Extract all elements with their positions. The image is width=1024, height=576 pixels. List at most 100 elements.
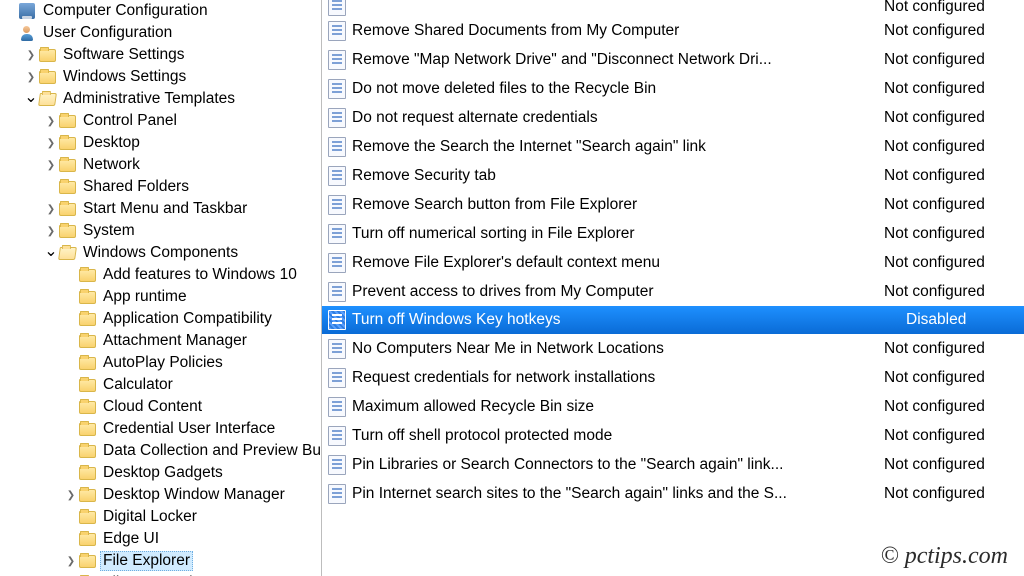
expand-icon[interactable]: ❯ xyxy=(44,224,58,238)
tree-item[interactable]: AutoPlay Policies xyxy=(0,352,321,374)
navigation-tree[interactable]: Computer ConfigurationUser Configuration… xyxy=(0,0,322,576)
tree-item[interactable]: ❯ System xyxy=(0,220,321,242)
tree-item[interactable]: Shared Folders xyxy=(0,176,321,198)
expand-icon[interactable]: ❯ xyxy=(44,202,58,216)
expand-icon[interactable]: ❯ xyxy=(44,158,58,172)
policy-row[interactable]: Turn off numerical sorting in File Explo… xyxy=(322,219,1024,248)
tree-item-label[interactable]: Desktop Window Manager xyxy=(100,485,288,505)
tree-item-label[interactable]: Digital Locker xyxy=(100,507,200,527)
tree-item[interactable]: File Revocation xyxy=(0,572,321,576)
tree-item[interactable]: ❯ Desktop Window Manager xyxy=(0,484,321,506)
policy-state: Not configured xyxy=(884,196,1024,214)
policy-row[interactable]: Do not request alternate credentialsNot … xyxy=(322,103,1024,132)
policy-row[interactable]: Pin Libraries or Search Connectors to th… xyxy=(322,450,1024,479)
tree-item-label[interactable]: Software Settings xyxy=(60,45,187,65)
policy-row[interactable]: Maximum allowed Recycle Bin sizeNot conf… xyxy=(322,392,1024,421)
policy-row[interactable]: Do not move deleted files to the Recycle… xyxy=(322,74,1024,103)
tree-item[interactable]: ⌄ Windows Components xyxy=(0,242,321,264)
tree-item-label[interactable]: Computer Configuration xyxy=(40,1,211,21)
expand-icon[interactable]: ❯ xyxy=(64,554,78,568)
expand-icon[interactable]: ❯ xyxy=(64,488,78,502)
policy-row[interactable]: Turn off shell protocol protected modeNo… xyxy=(322,421,1024,450)
tree-item-label[interactable]: Add features to Windows 10 xyxy=(100,265,300,285)
policy-state: Not configured xyxy=(884,254,1024,272)
policy-row[interactable]: Not configured xyxy=(322,0,1024,16)
tree-item[interactable]: ⌄ Administrative Templates xyxy=(0,88,321,110)
tree-item-label[interactable]: Administrative Templates xyxy=(60,89,238,109)
tree-item[interactable]: ❯ Windows Settings xyxy=(0,66,321,88)
tree-item[interactable]: Computer Configuration xyxy=(0,0,321,22)
tree-item-label[interactable]: Cloud Content xyxy=(100,397,205,417)
tree-item-label[interactable]: Calculator xyxy=(100,375,176,395)
tree-item[interactable]: ❯ Network xyxy=(0,154,321,176)
tree-item-label[interactable]: System xyxy=(80,221,138,241)
tree-item[interactable]: Credential User Interface xyxy=(0,418,321,440)
tree-item-label[interactable]: Credential User Interface xyxy=(100,419,278,439)
policy-icon xyxy=(328,195,346,215)
policy-row[interactable]: Remove "Map Network Drive" and "Disconne… xyxy=(322,45,1024,74)
collapse-icon[interactable]: ⌄ xyxy=(44,244,58,258)
policy-row[interactable]: Remove the Search the Internet "Search a… xyxy=(322,132,1024,161)
tree-item[interactable]: Data Collection and Preview Builds xyxy=(0,440,321,462)
tree-item[interactable]: Add features to Windows 10 xyxy=(0,264,321,286)
policy-icon xyxy=(328,166,346,186)
collapse-icon[interactable]: ⌄ xyxy=(24,90,38,104)
tree-item-label[interactable]: Edge UI xyxy=(100,529,162,549)
policy-row[interactable]: Prevent access to drives from My Compute… xyxy=(322,277,1024,306)
policy-state: Not configured xyxy=(884,138,1024,156)
tree-item[interactable]: Cloud Content xyxy=(0,396,321,418)
tree-item-label[interactable]: Windows Settings xyxy=(60,67,189,87)
tree-item-label[interactable]: User Configuration xyxy=(40,23,175,43)
policy-row[interactable]: No Computers Near Me in Network Location… xyxy=(322,334,1024,363)
expand-icon[interactable]: ❯ xyxy=(44,114,58,128)
folder-icon xyxy=(78,464,96,482)
tree-item[interactable]: Digital Locker xyxy=(0,506,321,528)
tree-item-label[interactable]: Control Panel xyxy=(80,111,180,131)
tree-item[interactable]: ❯ Control Panel xyxy=(0,110,321,132)
tree-item[interactable]: ❯ Software Settings xyxy=(0,44,321,66)
tree-item[interactable]: Edge UI xyxy=(0,528,321,550)
policy-row[interactable]: Turn off Windows Key hotkeysDisabled xyxy=(322,306,1024,334)
folder-icon xyxy=(38,46,56,64)
policy-name: Do not move deleted files to the Recycle… xyxy=(352,80,884,98)
tree-item[interactable]: User Configuration xyxy=(0,22,321,44)
tree-item-label[interactable]: App runtime xyxy=(100,287,190,307)
policy-state: Not configured xyxy=(884,340,1024,358)
policy-row[interactable]: Remove Shared Documents from My Computer… xyxy=(322,16,1024,45)
tree-item[interactable]: Desktop Gadgets xyxy=(0,462,321,484)
tree-item-label[interactable]: Shared Folders xyxy=(80,177,192,197)
policy-state: Not configured xyxy=(884,22,1024,40)
policy-row[interactable]: Pin Internet search sites to the "Search… xyxy=(322,479,1024,508)
tree-item[interactable]: App runtime xyxy=(0,286,321,308)
tree-item-label[interactable]: File Explorer xyxy=(100,551,193,571)
policy-name: Maximum allowed Recycle Bin size xyxy=(352,398,884,416)
policy-name: No Computers Near Me in Network Location… xyxy=(352,340,884,358)
policy-row[interactable]: Remove File Explorer's default context m… xyxy=(322,248,1024,277)
tree-item-label[interactable]: Desktop xyxy=(80,133,143,153)
tree-item-label[interactable]: Desktop Gadgets xyxy=(100,463,226,483)
tree-item[interactable]: ❯ Desktop xyxy=(0,132,321,154)
tree-item-label[interactable]: Network xyxy=(80,155,143,175)
tree-item[interactable]: Application Compatibility xyxy=(0,308,321,330)
tree-item-label[interactable]: Attachment Manager xyxy=(100,331,250,351)
policy-row[interactable]: Request credentials for network installa… xyxy=(322,363,1024,392)
tree-item-label[interactable]: Start Menu and Taskbar xyxy=(80,199,250,219)
tree-item[interactable]: ❯ File Explorer xyxy=(0,550,321,572)
expand-icon[interactable]: ❯ xyxy=(24,70,38,84)
tree-item-label[interactable]: Application Compatibility xyxy=(100,309,275,329)
tree-item-label[interactable]: Data Collection and Preview Builds xyxy=(100,441,322,461)
tree-item[interactable]: Calculator xyxy=(0,374,321,396)
tree-item-label[interactable]: Windows Components xyxy=(80,243,241,263)
policy-row[interactable]: Remove Search button from File ExplorerN… xyxy=(322,190,1024,219)
policy-row[interactable]: Remove Security tabNot configured xyxy=(322,161,1024,190)
expand-icon[interactable]: ❯ xyxy=(44,136,58,150)
policy-name: Request credentials for network installa… xyxy=(352,369,884,387)
tree-item-label[interactable]: AutoPlay Policies xyxy=(100,353,226,373)
folder-icon xyxy=(58,134,76,152)
tree-item[interactable]: ❯ Start Menu and Taskbar xyxy=(0,198,321,220)
policy-state: Not configured xyxy=(884,456,1024,474)
policy-name: Remove the Search the Internet "Search a… xyxy=(352,138,884,156)
tree-item[interactable]: Attachment Manager xyxy=(0,330,321,352)
policy-state: Disabled xyxy=(884,311,1024,329)
expand-icon[interactable]: ❯ xyxy=(24,48,38,62)
